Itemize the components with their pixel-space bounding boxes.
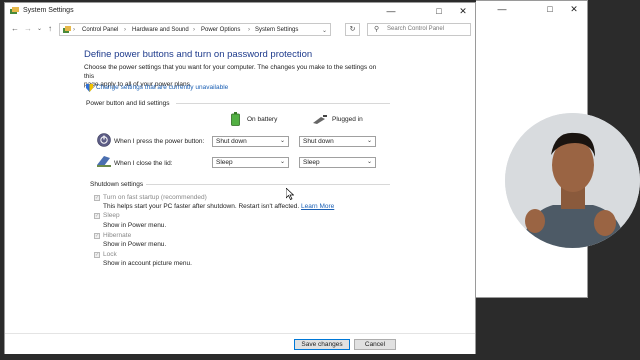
mouse-cursor-icon: [286, 188, 294, 200]
power-section-title: Power button and lid settings: [86, 100, 170, 107]
search-input[interactable]: ⚲ Search Control Panel: [367, 23, 471, 36]
sleep-checkbox[interactable]: ✓: [94, 213, 100, 219]
address-dropdown-icon[interactable]: ⌄: [322, 27, 327, 34]
window-title: System Settings: [23, 7, 74, 14]
section-divider: [146, 184, 390, 185]
plug-icon: [313, 115, 327, 124]
select-value: Sleep: [303, 159, 320, 166]
control-panel-icon: [63, 26, 71, 33]
chevron-down-icon: ⌄: [366, 159, 372, 165]
battery-icon: [231, 112, 240, 126]
learn-more-link[interactable]: Learn More: [301, 203, 334, 210]
search-icon: ⚲: [374, 26, 380, 33]
laptop-lid-icon: [97, 156, 111, 167]
sleep-desc: Show in Power menu.: [103, 222, 167, 229]
hibernate-label: Hibernate: [103, 232, 132, 239]
breadcrumb-control-panel[interactable]: Control Panel: [82, 27, 118, 33]
page-title: Define power buttons and turn on passwor…: [84, 49, 313, 60]
fast-startup-desc-text: This helps start your PC faster after sh…: [103, 203, 300, 210]
webcam-overlay: [505, 113, 640, 248]
close-lid-battery-select[interactable]: Sleep ⌄: [212, 157, 289, 168]
back-arrow-icon[interactable]: ←: [11, 24, 19, 33]
up-arrow-icon[interactable]: ↑: [48, 24, 52, 33]
minimize-icon[interactable]: —: [379, 3, 403, 19]
title-bar: System Settings — □ ✕: [5, 3, 475, 19]
column-plugged-in: Plugged in: [332, 116, 363, 123]
select-value: Shut down: [216, 138, 247, 145]
fast-startup-label: Turn on fast startup (recommended): [103, 194, 207, 201]
breadcrumb-chevron-icon: ›: [124, 27, 126, 33]
shutdown-section-title: Shutdown settings: [90, 181, 144, 188]
description-line: Choose the power settings that you want …: [84, 64, 377, 80]
lock-checkbox[interactable]: ✓: [94, 252, 100, 258]
footer-bar: Save changes Cancel: [5, 333, 475, 354]
presenter-image: [505, 113, 640, 248]
close-icon[interactable]: ✕: [451, 3, 475, 19]
search-placeholder: Search Control Panel: [387, 26, 445, 32]
close-icon[interactable]: ✕: [562, 1, 586, 17]
maximize-icon[interactable]: □: [538, 1, 562, 17]
hibernate-desc: Show in Power menu.: [103, 241, 167, 248]
breadcrumb-chevron-icon: ›: [73, 27, 75, 33]
fast-startup-checkbox[interactable]: ✓: [94, 195, 100, 201]
sleep-label: Sleep: [103, 212, 120, 219]
refresh-button[interactable]: ↻: [345, 23, 360, 36]
recent-chevron-icon[interactable]: ⌄: [37, 25, 42, 32]
breadcrumb-system-settings[interactable]: System Settings: [255, 27, 298, 33]
breadcrumb-chevron-icon: ›: [193, 27, 195, 33]
column-on-battery: On battery: [247, 116, 278, 123]
close-lid-plugged-select[interactable]: Sleep ⌄: [299, 157, 376, 168]
address-box[interactable]: › Control Panel › Hardware and Sound › P…: [59, 23, 331, 36]
chevron-down-icon: ⌄: [279, 159, 285, 165]
power-button-label: When I press the power button:: [114, 138, 205, 145]
close-lid-label: When I close the lid:: [114, 160, 173, 167]
power-button-icon: [97, 133, 111, 147]
fast-startup-desc: This helps start your PC faster after sh…: [103, 203, 334, 210]
breadcrumb-chevron-icon: ›: [248, 27, 250, 33]
minimize-icon[interactable]: —: [490, 1, 514, 17]
maximize-icon[interactable]: □: [427, 3, 451, 19]
forward-arrow-icon[interactable]: →: [24, 24, 32, 33]
power-button-battery-select[interactable]: Shut down ⌄: [212, 136, 289, 147]
lock-label: Lock: [103, 251, 117, 258]
breadcrumb-hardware-sound[interactable]: Hardware and Sound: [132, 27, 189, 33]
section-divider: [176, 103, 390, 104]
change-settings-link[interactable]: Change settings that are currently unava…: [96, 84, 228, 91]
chevron-down-icon: ⌄: [279, 138, 285, 144]
breadcrumb-power-options[interactable]: Power Options: [201, 27, 240, 33]
select-value: Sleep: [216, 159, 233, 166]
lock-desc: Show in account picture menu.: [103, 260, 192, 267]
power-button-plugged-select[interactable]: Shut down ⌄: [299, 136, 376, 147]
address-toolbar: ← → ⌄ ↑ › Control Panel › Hardware and S…: [5, 21, 475, 39]
select-value: Shut down: [303, 138, 334, 145]
chevron-down-icon: ⌄: [366, 138, 372, 144]
uac-shield-icon: [86, 84, 93, 92]
cancel-button[interactable]: Cancel: [354, 339, 396, 350]
save-changes-button[interactable]: Save changes: [294, 339, 350, 350]
control-panel-icon: [10, 7, 19, 14]
hibernate-checkbox[interactable]: ✓: [94, 233, 100, 239]
